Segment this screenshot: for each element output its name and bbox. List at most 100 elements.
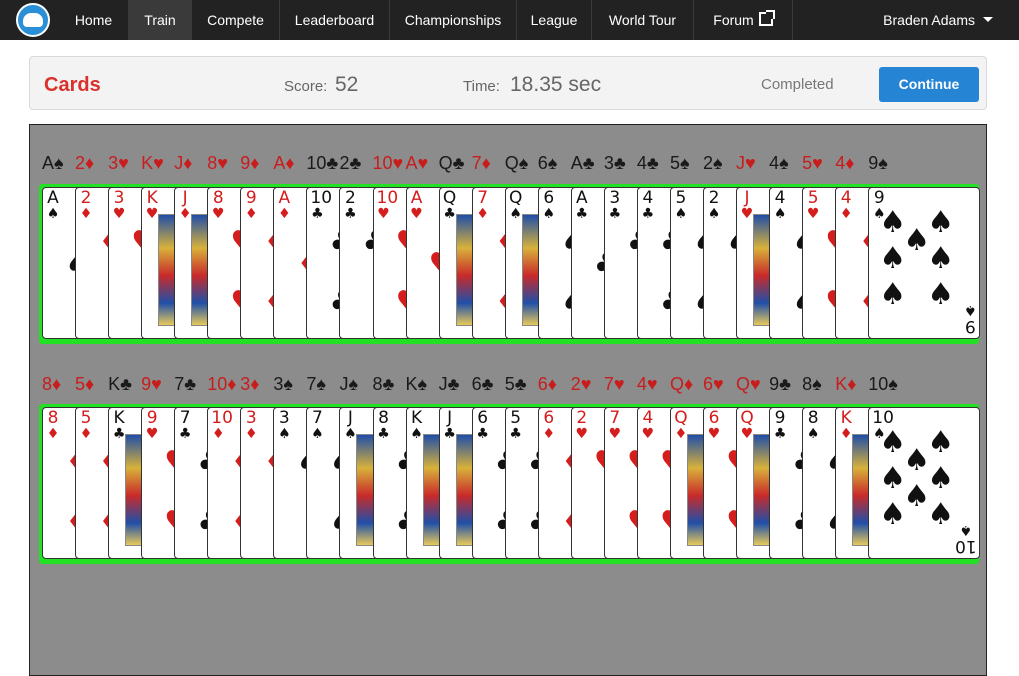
card-index: A ♦: [277, 189, 291, 221]
card-suit-icon: ♣: [443, 206, 456, 222]
card-index-bottom: 9 ♠: [964, 302, 977, 336]
top-nav: Home Train Compete Leaderboard Champions…: [0, 0, 1019, 40]
card-index: J ♥: [740, 189, 754, 221]
nav-championships[interactable]: Championships: [390, 0, 517, 40]
recall-label: J♠: [339, 374, 358, 394]
recall-label: 3♠: [273, 374, 293, 394]
card-rank: 7: [609, 408, 621, 428]
card-rank: 8: [212, 188, 224, 208]
card-rank: 4: [840, 188, 852, 208]
recall-label: Q♥: [736, 374, 761, 394]
recall-label: 10♥: [372, 153, 404, 173]
card-suit-icon: ♥: [707, 426, 721, 442]
card-rank: 2: [576, 408, 588, 428]
card-suit-icon: ♣: [476, 426, 489, 442]
recall-label: A♣: [570, 153, 595, 173]
recall-label: 8♣: [372, 374, 395, 394]
nav-train[interactable]: Train: [129, 0, 192, 40]
nav-league[interactable]: League: [517, 0, 592, 40]
playing-card[interactable]: 10 ♠ ♠ ♠ ♠ ♠ ♠ ♠ ♠ ♠ 10 ♠: [868, 407, 981, 559]
card-index: 7 ♣: [178, 409, 192, 441]
card-index: 8 ♠: [806, 409, 820, 441]
nav-forum-label: Forum: [713, 12, 754, 28]
card-suit-icon: ♥: [211, 206, 225, 222]
recall-label: 5♠: [669, 153, 690, 173]
card-suit-icon: ♠: [311, 426, 324, 442]
card-index: K ♠: [410, 409, 424, 441]
card-index: 3 ♠: [277, 409, 291, 441]
card-rank: 3: [609, 188, 621, 208]
card-index: 2 ♠: [707, 189, 721, 221]
card-index: 10 ♥: [377, 189, 399, 221]
card-index: Q ♠: [509, 189, 523, 221]
card-pip-icon: ♠: [927, 277, 955, 312]
card-index: 2 ♥: [575, 409, 589, 441]
recall-label: A♠: [42, 153, 64, 173]
continue-button[interactable]: Continue: [879, 67, 979, 102]
card-index: 3 ♥: [112, 189, 126, 221]
nav-home[interactable]: Home: [59, 0, 129, 40]
recall-label: 9♥: [141, 374, 162, 394]
recall-label: 10♣: [306, 153, 339, 173]
card-suit-icon: ♣: [773, 426, 787, 442]
recall-label: K♠: [405, 374, 428, 394]
card-index: Q ♦: [674, 409, 688, 441]
card-rank: K: [113, 408, 125, 428]
card-suit-icon: ♠: [344, 426, 357, 442]
recall-label: Q♠: [504, 153, 529, 173]
recall-label: J♦: [174, 153, 193, 173]
recall-label: 7♥: [603, 374, 625, 394]
nav-compete[interactable]: Compete: [192, 0, 280, 40]
card-rank: Q: [674, 408, 688, 428]
card-rank: A: [575, 188, 588, 208]
card-rank: J: [447, 408, 453, 428]
card-suit-icon: ♦: [839, 206, 853, 222]
card-rank: 6: [708, 408, 720, 428]
card-suit-icon: ♦: [278, 206, 291, 222]
card-suit-icon: ♠: [46, 206, 60, 222]
card-rank: K: [410, 408, 423, 428]
card-rank: 6: [477, 408, 489, 428]
nav-world-tour[interactable]: World Tour: [592, 0, 694, 40]
card-rank: A: [278, 188, 291, 208]
status-text: Completed: [761, 76, 834, 93]
card-rank: 5: [807, 188, 819, 208]
card-rank: Q: [442, 188, 457, 208]
card-rank: 4: [774, 188, 786, 208]
nav-leaderboard[interactable]: Leaderboard: [280, 0, 390, 40]
card-index-bottom: 10 ♠: [955, 522, 977, 556]
card-index: J ♠: [343, 409, 357, 441]
recall-label: 2♠: [703, 153, 723, 173]
card-index: 10 ♦: [211, 409, 233, 441]
card-pip-icon: ♠: [927, 205, 955, 240]
recall-label: 5♣: [504, 374, 527, 394]
card-index: 10 ♣: [310, 189, 332, 221]
card-rank: 10: [310, 188, 333, 208]
nav-forum[interactable]: Forum: [694, 0, 793, 40]
card-index: 9 ♦: [244, 189, 258, 221]
card-suit-icon: ♠: [278, 426, 291, 442]
card-suit-icon: ♠: [542, 206, 556, 222]
recall-label: 7♣: [174, 374, 197, 394]
card-suit-icon: ♦: [178, 206, 192, 222]
card-rank: 2: [345, 188, 356, 208]
card-pip-icon: ♠: [879, 425, 907, 460]
card-index: K ♥: [145, 189, 159, 221]
memory-league-logo-icon[interactable]: [16, 3, 50, 37]
playing-card[interactable]: 9 ♠ ♠ ♠ ♠ ♠ ♠ ♠ ♠ 9 ♠: [868, 187, 981, 339]
user-menu[interactable]: Braden Adams: [883, 0, 975, 40]
card-index: 7 ♦: [476, 189, 490, 221]
card-rank: 8: [378, 408, 389, 428]
card-suit-icon: ♣: [377, 426, 390, 442]
card-rank: J: [182, 188, 188, 208]
card-pip-icon: ♠: [903, 223, 931, 258]
recall-label: Q♣: [438, 153, 465, 173]
card-suit-icon: ♥: [740, 426, 754, 442]
card-rank: 9: [146, 408, 158, 428]
recall-label: 6♥: [703, 374, 724, 394]
card-pip-icon: ♠: [903, 479, 931, 514]
card-pip-icon: ♠: [879, 497, 907, 532]
chevron-down-icon[interactable]: [983, 17, 993, 22]
card-index: A ♥: [410, 189, 424, 221]
card-index: A ♣: [575, 189, 589, 221]
